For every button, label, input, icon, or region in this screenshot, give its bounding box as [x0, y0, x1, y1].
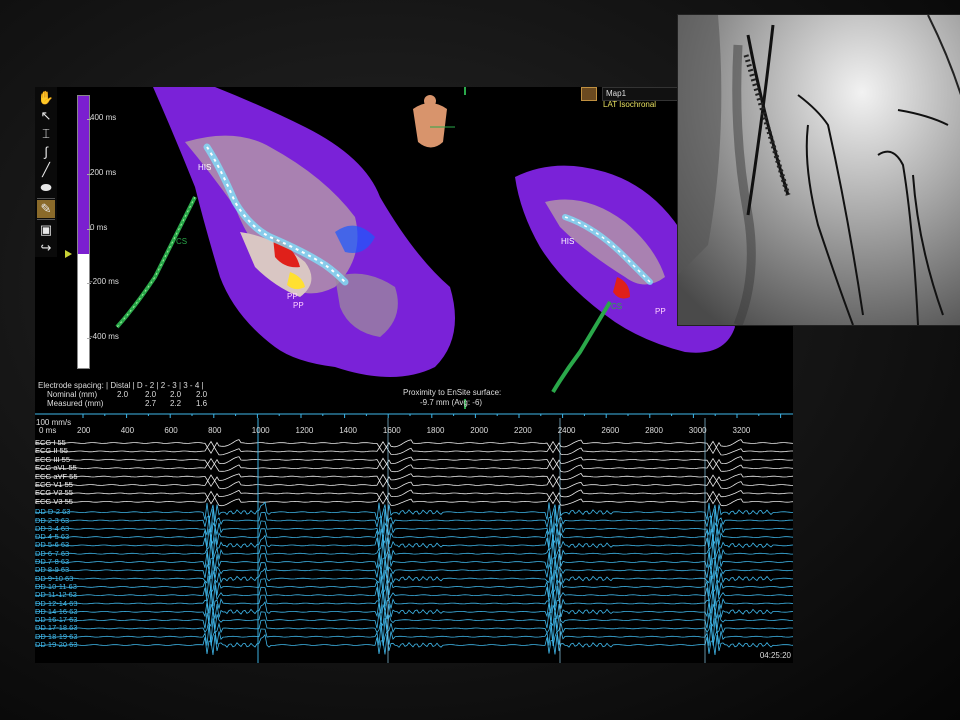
ep-trace: [35, 567, 793, 593]
scale-tick: -400 ms: [87, 332, 119, 341]
measured-label: Measured (mm): [47, 399, 104, 408]
proximity-value: -9.7 mm (Avg: -6): [420, 398, 483, 407]
nominal-value: 2.0: [196, 390, 208, 399]
ep-trace: [35, 617, 793, 643]
time-tick-label: 2800: [645, 426, 663, 435]
fluoro-render: [678, 15, 960, 325]
cs-label-right: CS: [611, 302, 623, 311]
time-tick-label: 2400: [557, 426, 576, 435]
fluoroscopy-image: [677, 14, 960, 326]
tool-palette: ✋ ↖ ⌶ ∫ ╱ ⬬ ✎ ▣ ↪: [35, 87, 57, 257]
ep-trace: [35, 501, 793, 522]
time-tick-label: 800: [208, 426, 222, 435]
proximity-title: Proximity to EnSite surface:: [403, 388, 502, 397]
scale-tick: 0 ms: [86, 223, 108, 232]
shadow-icon[interactable]: ▣: [37, 221, 55, 239]
cs-label-left: CS: [176, 237, 188, 246]
ellipse-icon[interactable]: ⬬: [37, 179, 55, 197]
map-type-label: LAT Isochronal: [603, 100, 657, 109]
time-tick-label: 600: [164, 426, 178, 435]
ep-trace: [35, 589, 793, 614]
time-tick-label: 1800: [426, 426, 445, 435]
pp-label: PP: [655, 307, 666, 316]
ep-trace: [35, 527, 793, 548]
pencil-icon[interactable]: ✎: [37, 200, 55, 218]
his-label-right: HIS: [561, 237, 575, 246]
ep-trace: [35, 633, 793, 656]
time-tick-label: 1600: [382, 426, 401, 435]
ep-channel-label[interactable]: DD 11-12 63: [35, 591, 77, 599]
scale-slider-handle[interactable]: [65, 250, 72, 258]
time-tick-label: 3000: [688, 426, 707, 435]
time-tick-label: 1200: [295, 426, 314, 435]
caliper-icon[interactable]: ⌶: [37, 125, 55, 143]
time-tick-label: 200: [77, 426, 91, 435]
scale-tick: 200 ms: [86, 168, 117, 177]
ecg-channel-label[interactable]: ECG V3 55: [35, 497, 73, 506]
ep-channel-label[interactable]: DD 19-20 63: [35, 641, 78, 649]
pp-label: PP: [293, 301, 304, 310]
lat-color-scale[interactable]: [77, 95, 90, 369]
curve-icon[interactable]: ∫: [37, 143, 55, 161]
pp-label: PP: [287, 292, 298, 301]
nominal-label: Nominal (mm): [47, 390, 98, 399]
time-tick-label: 2600: [601, 426, 620, 435]
scale-tick: -200 ms: [87, 277, 119, 286]
nominal-value: 2.0: [117, 390, 129, 399]
hand-icon[interactable]: ✋: [37, 89, 55, 107]
ecg-channel-label[interactable]: ECG aVL 55: [35, 464, 77, 472]
ep-channel-label[interactable]: DD D-2 63: [35, 508, 70, 516]
time-tick-label: 2000: [470, 426, 489, 435]
catheter-icon[interactable]: ↪: [37, 239, 55, 257]
time-tick-label: 1000: [251, 426, 270, 435]
time-zero: 0 ms: [39, 426, 57, 435]
nominal-value: 2.0: [145, 390, 157, 399]
time-tick-label: 400: [120, 426, 135, 435]
clock-readout: 04:25:20: [759, 651, 791, 660]
time-tick-label: 1400: [339, 426, 357, 435]
measured-value: 1.6: [196, 399, 208, 408]
pen-icon[interactable]: ╱: [37, 161, 55, 179]
time-tick-label: 3200: [732, 426, 751, 435]
pointer-icon[interactable]: ↖: [37, 107, 55, 125]
measured-value: 2.7: [145, 399, 157, 408]
ep-trace: [35, 551, 793, 573]
time-tick-label: 2200: [514, 426, 532, 435]
scale-tick: 400 ms: [86, 113, 117, 122]
his-label-left: HIS: [198, 163, 212, 172]
electrode-spacing-header: Electrode spacing: | Distal | D - 2 | 2 …: [38, 381, 204, 390]
nominal-value: 2.0: [170, 390, 182, 399]
map-thumbnail-icon[interactable]: [581, 87, 597, 101]
signal-traces: [35, 413, 793, 663]
measured-value: 2.2: [170, 399, 182, 408]
ep-signal-window[interactable]: 100 mm/s 0 ms 04:25:20 200 400 600 800 1000 1…: [35, 410, 793, 663]
